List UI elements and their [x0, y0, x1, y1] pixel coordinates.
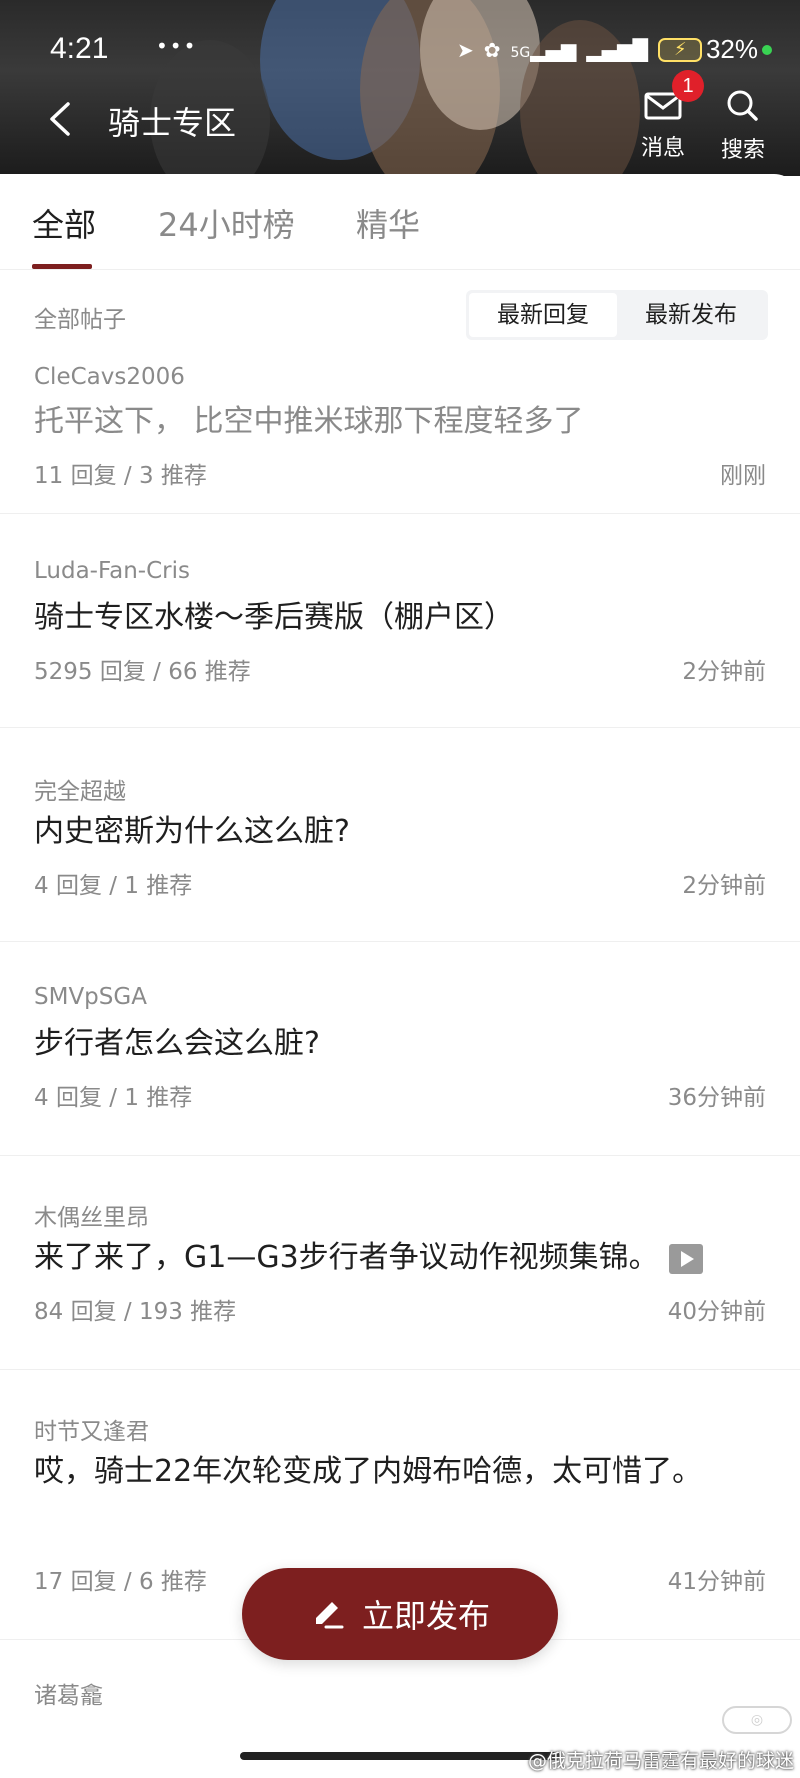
signal-icon: 5G▂▄▆	[510, 37, 577, 62]
post-item[interactable]: 木偶丝里昂 来了来了，G1—G3步行者争议动作视频集锦。 84 回复 / 193…	[0, 1156, 800, 1370]
filter-label: 全部帖子	[34, 307, 126, 333]
tab-featured[interactable]: 精华	[356, 200, 420, 246]
publish-button[interactable]: 立即发布	[242, 1568, 558, 1660]
post-time: 41分钟前	[667, 1569, 766, 1595]
home-indicator[interactable]	[240, 1752, 560, 1760]
filter-row: 全部帖子 最新回复 最新发布	[0, 284, 800, 344]
post-author: 诸葛龕	[34, 1683, 103, 1709]
post-time: 40分钟前	[667, 1299, 766, 1325]
tab-indicator	[32, 264, 92, 269]
tab-24h[interactable]: 24小时榜	[158, 200, 295, 246]
post-item[interactable]: 完全超越 内史密斯为什么这么脏? 4 回复 / 1 推荐 2分钟前	[0, 728, 800, 942]
pen-icon	[315, 1602, 344, 1629]
search-icon	[727, 90, 758, 121]
post-item[interactable]: Luda-Fan-Cris 骑士专区水楼～季后赛版（棚户区） 5295 回复 /…	[0, 514, 800, 728]
watermark-text: @俄克拉荷马雷霆有最好的球迷	[527, 1750, 794, 1772]
post-stats: 5295 回复 / 66 推荐	[34, 659, 251, 685]
battery-percent: 32%	[705, 34, 758, 64]
content-panel: 全部 24小时榜 精华 全部帖子 最新回复 最新发布 CleCavs2006 托…	[0, 174, 800, 1778]
messages-button[interactable]: 1 消息	[628, 70, 704, 162]
header: 4:21 ••• ➤ ✿ 5G▂▄▆ ▂▄▆█ 32% 骑士专区	[0, 0, 800, 176]
tab-bar: 全部 24小时榜 精华	[0, 174, 800, 270]
post-stats: 4 回复 / 1 推荐	[34, 873, 193, 899]
post-time: 刚刚	[720, 463, 766, 489]
post-stats: 84 回复 / 193 推荐	[34, 1299, 237, 1325]
post-item[interactable]: CleCavs2006 托平这下， 比空中推米球那下程度轻多了 11 回复 / …	[0, 364, 800, 514]
sort-latest-post[interactable]: 最新发布	[617, 293, 765, 337]
post-title: 哎，骑士22年次轮变成了内姆布哈德，太可惜了。	[34, 1454, 703, 1489]
location-icon: ➤	[456, 37, 474, 62]
post-time: 2分钟前	[682, 873, 766, 899]
post-stats: 17 回复 / 6 推荐	[34, 1569, 207, 1595]
search-button[interactable]: 搜索	[708, 86, 778, 164]
post-title: 骑士专区水楼～季后赛版（棚户区）	[34, 600, 514, 635]
search-label: 搜索	[720, 138, 765, 163]
status-dots: •••	[156, 34, 198, 58]
status-time: 4:21	[50, 32, 109, 65]
flower-icon: ✿	[483, 37, 501, 62]
sort-latest-reply[interactable]: 最新回复	[469, 293, 617, 337]
message-badge: 1	[672, 70, 704, 102]
post-stats: 4 回复 / 1 推荐	[34, 1085, 193, 1111]
nav-row: 骑士专区 1 消息 搜索	[0, 70, 800, 163]
post-title-row: 来了来了，G1—G3步行者争议动作视频集锦。	[34, 1230, 764, 1286]
post-author: 完全超越	[34, 779, 126, 805]
watermark-logo: ◎	[722, 1706, 792, 1734]
post-title: 来了来了，G1—G3步行者争议动作视频集锦。	[34, 1240, 659, 1275]
back-button[interactable]	[40, 96, 80, 142]
post-title: 步行者怎么会这么脏?	[34, 1026, 320, 1061]
publish-label: 立即发布	[361, 1597, 490, 1635]
status-bar: 4:21 ••• ➤ ✿ 5G▂▄▆ ▂▄▆█ 32%	[0, 28, 800, 72]
sort-segmented-control: 最新回复 最新发布	[466, 290, 768, 340]
post-item[interactable]: SMVpSGA 步行者怎么会这么脏? 4 回复 / 1 推荐 36分钟前	[0, 942, 800, 1156]
post-title: 托平这下， 比空中推米球那下程度轻多了	[34, 404, 584, 439]
post-author: SMVpSGA	[34, 984, 147, 1010]
network-label: 5G	[510, 44, 531, 61]
post-author: 时节又逢君	[34, 1419, 149, 1445]
post-author: Luda-Fan-Cris	[34, 558, 190, 584]
status-icons: ➤ ✿ 5G▂▄▆ ▂▄▆█ 32%	[457, 34, 772, 65]
chevron-left-icon	[50, 102, 70, 136]
tab-all[interactable]: 全部	[32, 200, 96, 246]
battery: 32%	[657, 34, 772, 65]
privacy-dot-icon	[762, 44, 772, 55]
post-title: 内史密斯为什么这么脏?	[34, 814, 350, 849]
battery-icon	[657, 37, 702, 62]
messages-label: 消息	[640, 136, 685, 161]
post-author: CleCavs2006	[34, 364, 185, 390]
page-title: 骑士专区	[108, 104, 237, 142]
video-play-icon	[668, 1243, 703, 1274]
post-author: 木偶丝里昂	[34, 1205, 149, 1231]
signal-icon-2: ▂▄▆█	[586, 37, 648, 62]
post-time: 36分钟前	[667, 1085, 766, 1111]
post-stats: 11 回复 / 3 推荐	[34, 463, 207, 489]
post-time: 2分钟前	[682, 659, 766, 685]
